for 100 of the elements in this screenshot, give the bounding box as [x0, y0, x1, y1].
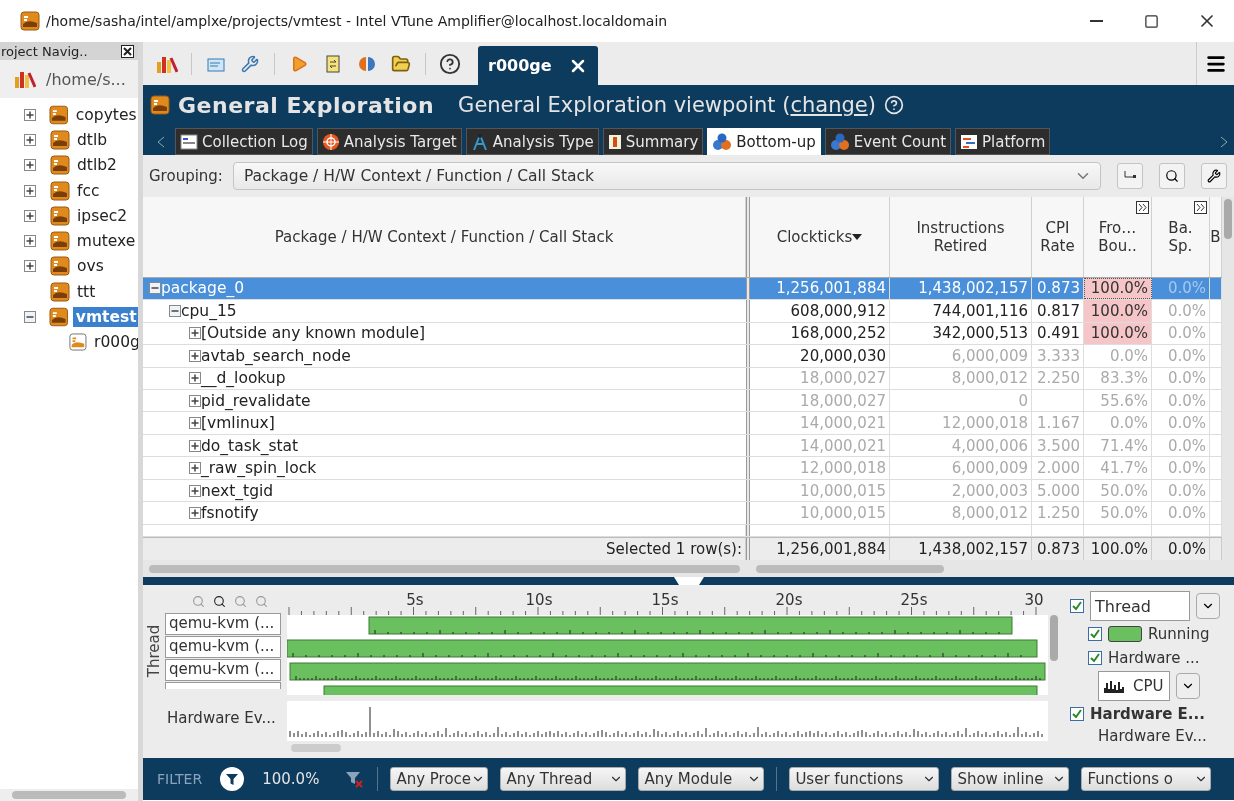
tree-item[interactable]: dtlb — [74, 129, 111, 150]
tree-item[interactable]: ttt — [74, 281, 99, 302]
expand-toggle[interactable] — [24, 184, 36, 197]
thread-label[interactable]: qemu-kvm (... — [165, 659, 281, 681]
filter-dropdown[interactable]: Show inline — [951, 767, 1070, 791]
expand-column-icon[interactable] — [1194, 201, 1207, 214]
filter-dropdown[interactable]: Any Proce — [390, 767, 489, 791]
project-icon — [49, 231, 70, 252]
scrollbar[interactable] — [1222, 197, 1234, 577]
expand-toggle[interactable] — [189, 484, 201, 497]
view-tab[interactable]: Bottom-up — [707, 128, 821, 155]
expand-toggle[interactable] — [189, 439, 201, 452]
table-cell: 0.0% — [1152, 367, 1210, 389]
clear-filter-icon[interactable] — [345, 769, 366, 789]
scrollbar[interactable] — [0, 789, 138, 801]
expand-toggle[interactable] — [24, 311, 36, 323]
hardware-events-label: Hardware Ev... — [167, 709, 277, 727]
dropdown-button[interactable] — [1196, 593, 1220, 619]
expand-toggle[interactable] — [24, 159, 36, 172]
filter-dropdown[interactable]: User functions — [789, 767, 940, 791]
view-tab[interactable]: Analysis Target — [316, 128, 462, 155]
tree-item[interactable]: dtlb2 — [74, 155, 120, 176]
tree-item[interactable]: vmtest — [72, 307, 138, 327]
filter-dropdown[interactable]: Functions o — [1081, 767, 1212, 791]
function-name: _raw_spin_lock — [201, 459, 317, 478]
compass-icon — [470, 132, 489, 151]
expand-toggle[interactable] — [189, 462, 201, 475]
table-cell: 10,000,015 — [750, 502, 890, 524]
change-link[interactable]: change — [790, 93, 868, 117]
document-tab[interactable]: r000ge — [478, 46, 598, 85]
expand-toggle[interactable] — [189, 394, 201, 407]
table-row[interactable]: do_task_stat 14,000,021 4,000,006 3.500 71.4% 0.0% — [143, 434, 1222, 458]
table-row[interactable]: [Outside any known module] 168,000,252 342,000,513 0.491 100.0% 0.0% — [143, 322, 1222, 346]
expand-toggle[interactable] — [24, 235, 36, 248]
view-tab[interactable]: Platform — [955, 128, 1051, 155]
checkbox[interactable] — [1088, 627, 1102, 641]
tree-item[interactable]: ipsec2 — [74, 205, 131, 226]
maximize-icon — [1144, 13, 1159, 29]
filter-dropdown[interactable]: Any Thread — [500, 767, 627, 791]
column-header[interactable]: Clockticks — [750, 197, 890, 277]
table-row[interactable]: __d_lookup 18,000,027 8,000,012 2.250 83.3% 0.0% — [143, 367, 1222, 390]
expand-toggle[interactable] — [189, 349, 201, 362]
scrollbar[interactable] — [1050, 615, 1058, 661]
checkbox[interactable] — [1070, 707, 1084, 721]
column-header[interactable]: Fro… Bou.. — [1084, 197, 1152, 277]
tree-item[interactable]: mutexe — [73, 231, 138, 252]
search-button[interactable] — [1158, 163, 1185, 189]
column-header[interactable]: Instructions Retired — [890, 197, 1032, 277]
filter-icon[interactable] — [220, 767, 245, 791]
table-cell: 8,000,012 — [890, 367, 1032, 389]
view-tab[interactable]: Summary — [602, 128, 704, 155]
column-header[interactable]: Ba. Sp. — [1152, 197, 1210, 277]
table-row[interactable]: avtab_search_node 20,000,030 6,000,009 3.333 0.0% 0.0% — [143, 345, 1222, 368]
table-cell: 168,000,252 — [750, 322, 890, 345]
dropdown-button[interactable] — [1176, 673, 1200, 699]
column-header[interactable]: CPI Rate — [1032, 197, 1084, 277]
expand-toggle[interactable] — [189, 372, 201, 385]
viewpoint-text: General Exploration viewpoint (change) — [458, 93, 876, 117]
close-icon[interactable] — [121, 44, 134, 58]
document-icon — [325, 54, 341, 73]
view-tab[interactable]: Analysis Type — [465, 128, 599, 155]
table-row[interactable]: cpu_15 608,000,912 744,001,116 0.817 100.0% 0.0% — [143, 300, 1222, 323]
band-dropdown[interactable]: Thread — [1090, 591, 1190, 621]
checkbox[interactable] — [1070, 599, 1084, 613]
expand-toggle[interactable] — [24, 260, 36, 273]
table-cell: 0 — [890, 390, 1032, 412]
expand-toggle[interactable] — [24, 209, 36, 222]
tree-item[interactable]: r000g — [91, 332, 138, 353]
expand-toggle[interactable] — [169, 304, 181, 317]
metric-dropdown[interactable]: CPU — [1098, 671, 1170, 701]
expand-toggle[interactable] — [24, 108, 36, 121]
thread-label[interactable]: qemu-kvm (... — [165, 613, 281, 635]
table-row[interactable]: next_tgid 10,000,015 2,000,003 5.000 50.0% 0.0% — [143, 479, 1222, 503]
tree-item[interactable]: ovs — [74, 256, 107, 277]
table-row[interactable]: fsnotify 10,000,015 8,000,012 1.250 50.0% 0.0% — [143, 502, 1222, 525]
help-icon[interactable] — [883, 95, 904, 115]
call-stack-button[interactable] — [1116, 163, 1143, 189]
view-tab[interactable]: Event Count — [824, 128, 952, 155]
table-row[interactable]: package_0 1,256,001,884 1,438,002,157 0.873 100.0% 0.0% — [143, 277, 1222, 301]
table-row[interactable]: pid_revalidate 18,000,027 0 55.6% 0.0% — [143, 390, 1222, 413]
expand-toggle[interactable] — [189, 417, 201, 430]
grouping-dropdown[interactable]: Package / H/W Context / Function / Call Stack — [232, 162, 1101, 190]
filter-dropdown[interactable]: Any Module — [638, 767, 765, 791]
thread-label[interactable]: qemu-kvm (... — [165, 636, 281, 658]
expand-toggle[interactable] — [189, 507, 201, 519]
table-cell: 3.500 — [1032, 434, 1084, 457]
view-tab[interactable]: Collection Log — [175, 128, 313, 155]
expand-toggle[interactable] — [149, 282, 161, 295]
expand-toggle[interactable] — [189, 327, 201, 340]
tree-item[interactable]: copytes — [72, 104, 138, 125]
checkbox[interactable] — [1088, 651, 1102, 665]
table-row[interactable]: [vmlinux] 14,000,021 12,000,018 1.167 0.0% 0.0% — [143, 412, 1222, 435]
table-row[interactable]: _raw_spin_lock 12,000,018 6,000,009 2.000 41.7% 0.0% — [143, 457, 1222, 480]
expand-toggle[interactable] — [24, 133, 36, 146]
expand-column-icon[interactable] — [1136, 201, 1149, 214]
play-icon — [290, 54, 308, 73]
tree-item[interactable]: fcc — [74, 180, 103, 201]
tools-button[interactable] — [1200, 163, 1227, 189]
total-value: 0.873 — [1037, 539, 1080, 558]
scrollbar[interactable] — [291, 744, 341, 752]
